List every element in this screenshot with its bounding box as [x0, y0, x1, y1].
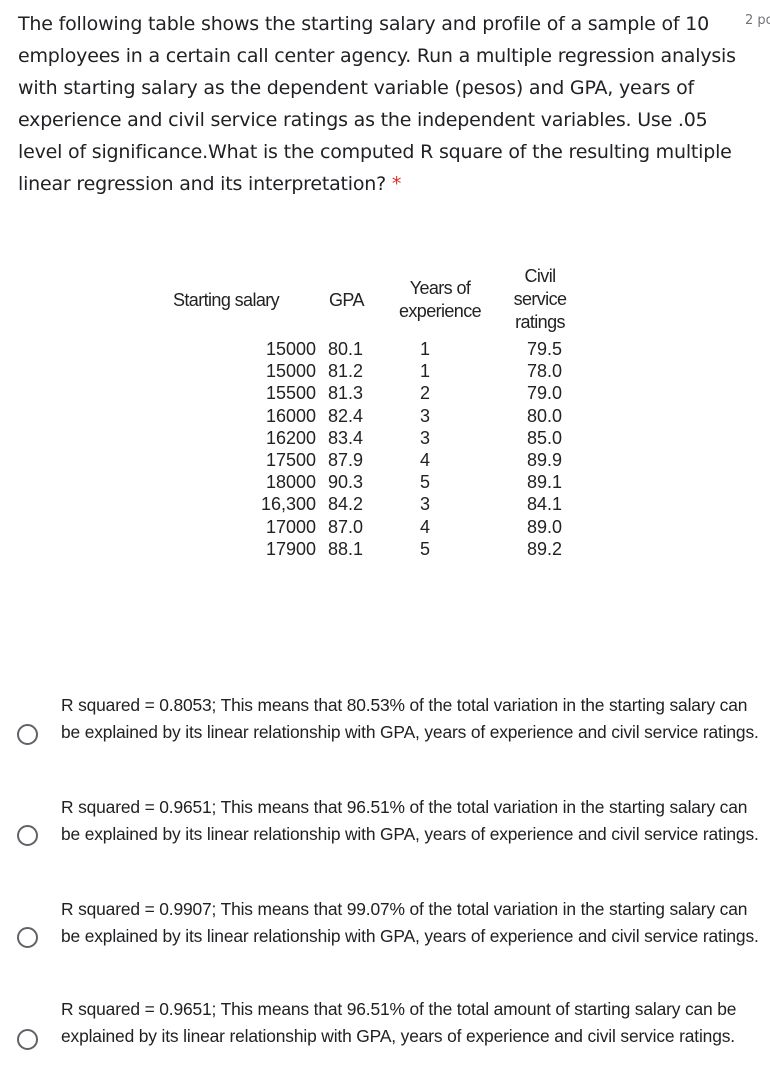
- cell-civil: 89.1: [526, 472, 562, 493]
- cell-salary: 16200: [265, 427, 316, 448]
- option-label[interactable]: R squared = 0.9907; This means that 99.0…: [61, 896, 767, 949]
- option-label[interactable]: R squared = 0.9651; This means that 96.5…: [61, 794, 767, 847]
- cell-years: 3: [419, 427, 430, 448]
- cell-salary: 15500: [265, 383, 316, 404]
- radio-button[interactable]: [17, 927, 38, 948]
- cell-civil: 89.2: [526, 538, 562, 559]
- question-text: The following table shows the starting s…: [18, 13, 736, 195]
- cell-years: 1: [419, 361, 430, 382]
- points-label: 2 points: [745, 13, 770, 28]
- data-table-image: Starting salary GPA Years of experience …: [160, 262, 590, 582]
- cell-years: 2: [419, 383, 430, 404]
- column-years: 1 1 2 3 3 4 5 3 4 5: [415, 338, 435, 560]
- cell-gpa: 81.3: [328, 383, 364, 404]
- cell-gpa: 88.1: [328, 538, 364, 559]
- cell-years: 3: [419, 494, 430, 515]
- cell-civil: 78.0: [526, 361, 562, 382]
- answer-option[interactable]: R squared = 0.9651; This means that 96.5…: [0, 794, 770, 874]
- answer-option[interactable]: R squared = 0.9907; This means that 99.0…: [0, 896, 770, 976]
- header-years-experience: Years of experience: [398, 278, 482, 321]
- question-title: The following table shows the starting s…: [18, 8, 740, 200]
- column-salary: 15000 15000 15500 16000 16200 17500 1800…: [236, 338, 316, 560]
- required-asterisk: *: [391, 173, 402, 195]
- cell-civil: 80.0: [526, 405, 562, 426]
- cell-salary: 17000: [265, 516, 316, 537]
- cell-years: 1: [419, 339, 430, 359]
- answer-option[interactable]: R squared = 0.8053; This means that 80.5…: [0, 692, 770, 772]
- cell-salary: 16,300: [260, 494, 316, 515]
- cell-civil: 89.0: [526, 516, 562, 537]
- radio-button[interactable]: [17, 825, 38, 846]
- radio-button[interactable]: [17, 724, 38, 745]
- cell-gpa: 90.3: [328, 472, 364, 493]
- option-label[interactable]: R squared = 0.8053; This means that 80.5…: [61, 692, 767, 745]
- cell-years: 5: [419, 538, 430, 559]
- cell-years: 3: [419, 405, 430, 426]
- cell-civil: 79.5: [526, 339, 562, 359]
- cell-civil: 89.9: [526, 449, 562, 470]
- cell-salary: 15000: [265, 339, 316, 359]
- cell-years: 4: [419, 449, 430, 470]
- cell-salary: 15000: [265, 361, 316, 382]
- header-civil-service: Civil service ratings: [513, 266, 567, 332]
- cell-salary: 18000: [265, 472, 316, 493]
- answer-option[interactable]: R squared = 0.9651; This means that 96.5…: [0, 996, 770, 1076]
- cell-gpa: 87.0: [328, 516, 364, 537]
- cell-gpa: 81.2: [328, 361, 364, 382]
- column-gpa: 80.1 81.2 81.3 82.4 83.4 87.9 90.3 84.2 …: [328, 338, 378, 560]
- cell-gpa: 87.9: [328, 449, 364, 470]
- cell-civil: 84.1: [526, 494, 562, 515]
- cell-gpa: 84.2: [328, 494, 364, 515]
- cell-gpa: 80.1: [328, 339, 364, 359]
- column-civil: 79.5 78.0 79.0 80.0 85.0 89.9 89.1 84.1 …: [505, 338, 562, 560]
- header-gpa: GPA: [329, 290, 364, 310]
- cell-gpa: 83.4: [328, 427, 364, 448]
- radio-button[interactable]: [17, 1029, 38, 1050]
- cell-salary: 17500: [265, 449, 316, 470]
- option-label[interactable]: R squared = 0.9651; This means that 96.5…: [61, 996, 767, 1049]
- cell-civil: 79.0: [526, 383, 562, 404]
- cell-salary: 17900: [265, 538, 316, 559]
- cell-years: 4: [419, 516, 430, 537]
- header-starting-salary: Starting salary: [173, 290, 280, 310]
- cell-salary: 16000: [265, 405, 316, 426]
- cell-years: 5: [419, 472, 430, 493]
- cell-civil: 85.0: [526, 427, 562, 448]
- cell-gpa: 82.4: [328, 405, 364, 426]
